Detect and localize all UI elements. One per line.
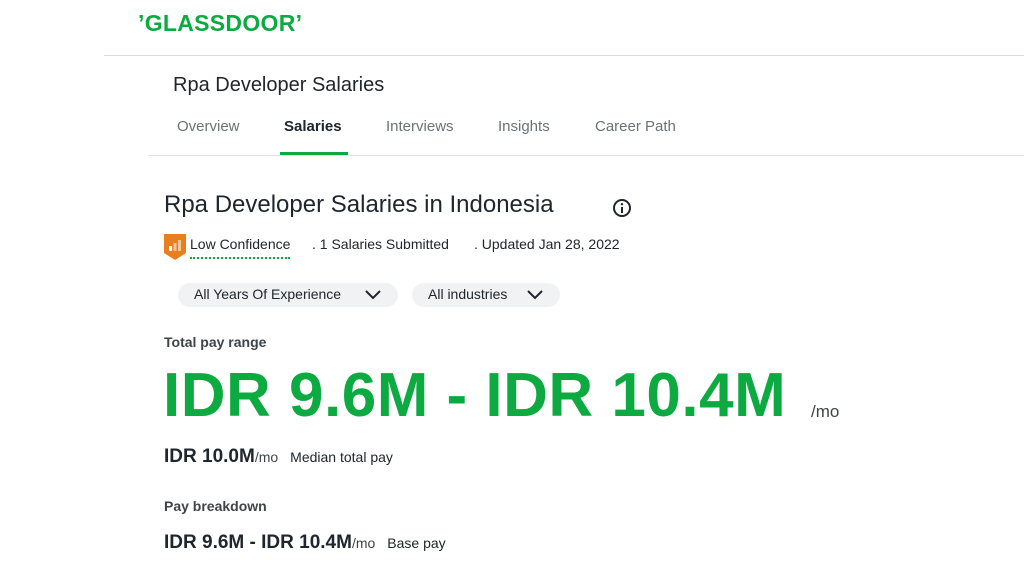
low-confidence-badge-icon <box>164 234 186 260</box>
total-pay-range: IDR 9.6M - IDR 10.4M <box>163 361 787 430</box>
base-pay-row: IDR 9.6M - IDR 10.4M/mo Base pay <box>164 532 446 554</box>
site-header: ʼGLASSDOORʼ <box>0 0 1024 56</box>
total-pay-heading: Total pay range <box>164 334 267 350</box>
industry-filter-label: All industries <box>428 286 508 302</box>
total-pay-unit: /mo <box>811 402 840 421</box>
industry-filter[interactable]: All industries <box>412 283 560 307</box>
info-circle-icon[interactable] <box>612 198 632 218</box>
base-pay-caption: Base pay <box>387 535 446 551</box>
page-title: Rpa Developer Salaries <box>173 74 385 96</box>
tab-interviews[interactable]: Interviews <box>386 118 454 135</box>
glassdoor-logo[interactable]: ʼGLASSDOORʼ <box>138 10 302 37</box>
base-pay-value: IDR 9.6M - IDR 10.4M <box>164 532 352 553</box>
tab-salaries[interactable]: Salaries <box>284 118 342 135</box>
updated-date: . Updated Jan 28, 2022 <box>474 236 620 252</box>
chevron-down-icon <box>365 290 381 300</box>
base-pay-unit: /mo <box>351 535 376 551</box>
salaries-submitted: . 1 Salaries Submitted <box>312 236 449 252</box>
section-title: Rpa Developer Salaries in Indonesia <box>164 191 554 218</box>
experience-filter-label: All Years Of Experience <box>194 286 342 302</box>
median-pay-value: IDR 10.0M <box>164 446 255 467</box>
tab-bar: Overview Salaries Interviews Insights Ca… <box>148 108 1024 156</box>
median-pay-row: IDR 10.0M/mo Median total pay <box>164 446 393 468</box>
pay-breakdown-heading: Pay breakdown <box>164 498 267 514</box>
tab-overview[interactable]: Overview <box>177 118 240 135</box>
confidence-label[interactable]: Low Confidence <box>190 236 291 259</box>
tabs-divider <box>148 155 1024 156</box>
chevron-down-icon <box>527 290 543 300</box>
median-pay-unit: /mo <box>254 449 279 465</box>
experience-filter[interactable]: All Years Of Experience <box>178 283 398 307</box>
confidence-row: Low Confidence . 1 Salaries Submitted . … <box>164 232 764 262</box>
median-pay-caption: Median total pay <box>290 449 393 465</box>
header-divider <box>104 55 1024 56</box>
tab-insights[interactable]: Insights <box>498 118 550 135</box>
tab-career-path[interactable]: Career Path <box>595 118 676 135</box>
